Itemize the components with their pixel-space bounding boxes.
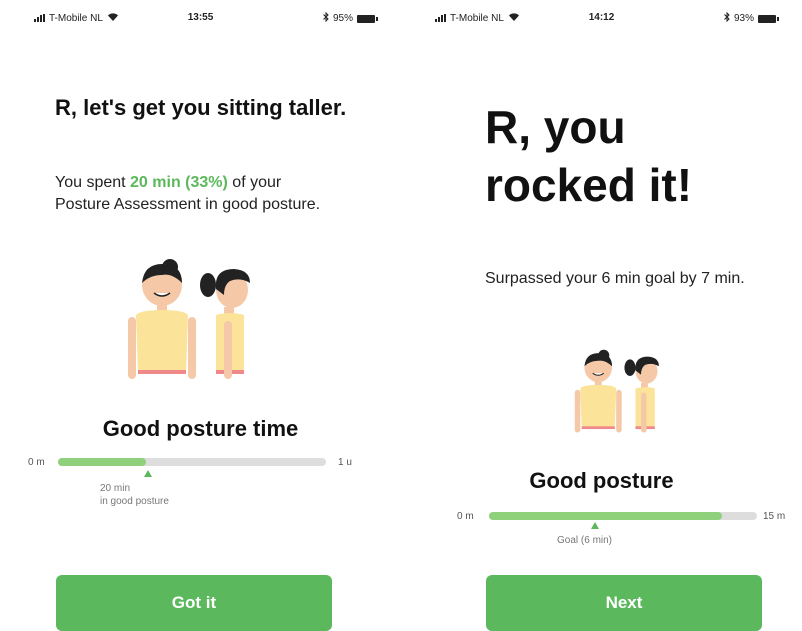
side-view-figure [624, 356, 659, 433]
front-view-figure [574, 349, 622, 433]
posture-illustration [551, 347, 691, 447]
progress-max-label: 15 m [763, 511, 786, 522]
page-title: R, you rocked it! [485, 101, 693, 211]
good-posture-fill [489, 512, 723, 520]
posture-illustration [120, 255, 270, 400]
status-bar: T-Mobile NL 14:12 93% [401, 8, 802, 30]
good-posture-stat: 20 min (33%) [130, 174, 228, 191]
summary-text-start: You spent [55, 174, 131, 191]
bluetooth-icon [724, 11, 730, 25]
section-title: Good posture time [102, 416, 299, 441]
progress-marker-icon [144, 470, 152, 477]
progress-min-label: 0 m [457, 511, 474, 522]
posture-time-fill [58, 458, 147, 466]
page-title: R, let's get you sitting taller. [55, 95, 347, 120]
goal-marker-label: Goal (6 min) [557, 535, 613, 546]
progress-min-label: 0 m [28, 457, 45, 468]
battery-icon [357, 14, 378, 23]
goal-summary: Surpassed your 6 min goal by 7 min. [485, 270, 745, 287]
goal-achieved-screen: T-Mobile NL 14:12 93% R, you rocked it! … [401, 0, 802, 631]
assessment-summary: You spent 20 min (33%) of your Posture A… [55, 172, 325, 216]
front-view-figure [128, 259, 196, 379]
got-it-button[interactable]: Got it [56, 575, 332, 631]
battery-icon [758, 14, 779, 23]
side-view-figure [200, 269, 250, 379]
posture-time-progress [58, 458, 326, 466]
progress-max-label: 1 u [338, 457, 352, 468]
progress-marker-label: 20 min in good posture [100, 483, 169, 507]
battery-percent: 95% [332, 13, 353, 24]
status-bar: T-Mobile NL 13:55 95% [0, 8, 401, 30]
next-button[interactable]: Next [486, 575, 762, 631]
battery-percent: 93% [733, 13, 754, 24]
good-posture-progress [489, 512, 757, 520]
section-title: Good posture [529, 468, 674, 493]
battery-info: 93% [724, 11, 779, 25]
battery-info: 95% [323, 11, 378, 25]
goal-marker-icon [591, 522, 599, 529]
bluetooth-icon [323, 11, 329, 25]
assessment-result-screen: T-Mobile NL 13:55 95% R, let's get you s… [0, 0, 401, 631]
